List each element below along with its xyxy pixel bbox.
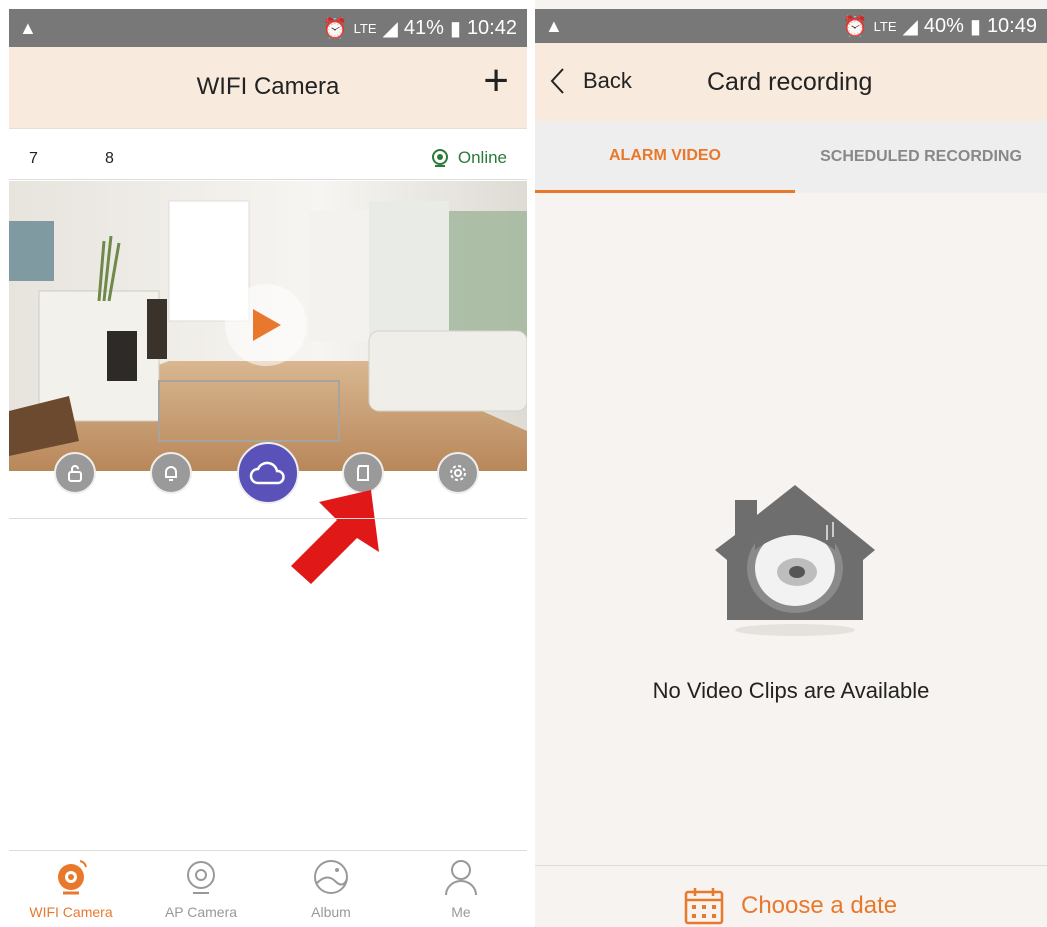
status-bar: ▲ ⏰ LTE ◢ 40% ▮ 10:49	[535, 9, 1047, 43]
alarm-icon: ⏰	[842, 15, 868, 38]
play-icon	[253, 309, 281, 341]
wifi-camera-icon	[58, 860, 87, 895]
choose-date-button[interactable]: Choose a date	[683, 886, 897, 926]
camera-preview[interactable]	[9, 181, 527, 471]
warning-icon: ▲	[545, 15, 563, 36]
calendar-icon	[684, 888, 724, 925]
clock: 10:49	[986, 14, 1037, 37]
signal-icon: ◢	[382, 17, 398, 40]
ap-camera-icon	[187, 861, 215, 894]
sd-card-button[interactable]	[342, 452, 384, 494]
settings-button[interactable]	[437, 452, 479, 494]
online-status: Online	[430, 148, 507, 168]
wifi-camera-screen: ▲ ⏰ LTE ◢ 41% ▮ 10:42 WIFI Camera + 7 8 …	[9, 0, 527, 927]
online-label: Online	[457, 148, 507, 167]
camera-controls	[9, 442, 527, 512]
page-title: Card recording	[707, 68, 873, 96]
page-title: WIFI Camera	[196, 73, 340, 100]
warning-icon: ▲	[19, 17, 37, 38]
clock: 10:42	[466, 16, 517, 39]
red-arrow-icon	[291, 490, 379, 584]
tab-album[interactable]: Album	[281, 857, 381, 920]
recording-tabs: ALARM VIDEO SCHEDULED RECORDING	[535, 121, 1047, 193]
tab-wifi-camera[interactable]: WIFI Camera	[21, 857, 121, 920]
empty-camera-house-icon	[715, 485, 875, 636]
choose-date-label: Choose a date	[741, 892, 898, 919]
divider	[9, 518, 527, 519]
sd-card-icon	[357, 465, 369, 481]
tab-label: Me	[451, 904, 471, 920]
tab-me[interactable]: Me	[411, 857, 511, 920]
bottom-bar: Choose a date	[535, 865, 1047, 927]
tab-label: AP Camera	[164, 904, 238, 920]
lte-label: LTE	[873, 18, 897, 34]
cloud-icon	[249, 461, 285, 485]
unlock-icon	[68, 465, 82, 482]
battery-icon: ▮	[449, 17, 461, 40]
back-label: Back	[583, 68, 632, 93]
camera-name-part: 7	[29, 150, 38, 167]
gear-icon	[450, 465, 466, 481]
unlock-button[interactable]	[54, 452, 96, 494]
tab-alarm-video[interactable]: ALARM VIDEO	[535, 121, 795, 193]
back-button[interactable]: Back	[549, 67, 632, 95]
battery-icon: ▮	[969, 15, 981, 38]
app-header: WIFI Camera +	[9, 47, 527, 129]
battery-percent: 41%	[403, 16, 444, 39]
person-icon	[445, 860, 477, 896]
status-bar: ▲ ⏰ LTE ◢ 41% ▮ 10:42	[9, 9, 527, 47]
tab-ap-camera[interactable]: AP Camera	[151, 857, 251, 920]
alarm-icon: ⏰	[322, 17, 348, 40]
bottom-tab-bar: WIFI Camera AP Camera Album Me	[9, 850, 527, 927]
add-camera-button[interactable]: +	[483, 59, 509, 103]
battery-percent: 40%	[923, 14, 964, 37]
app-header: Back Card recording	[535, 43, 1047, 121]
empty-state-message: No Video Clips are Available	[652, 678, 930, 703]
tab-label: Album	[311, 904, 351, 920]
alarm-button[interactable]	[150, 452, 192, 494]
bell-icon	[165, 466, 177, 481]
album-icon	[314, 860, 348, 894]
play-button[interactable]	[225, 284, 307, 366]
tab-scheduled-recording[interactable]: SCHEDULED RECORDING	[795, 121, 1047, 193]
camera-name-part: 8	[105, 150, 114, 167]
webcam-icon	[431, 149, 448, 167]
tab-label: WIFI Camera	[29, 904, 113, 920]
lte-label: LTE	[353, 20, 377, 36]
camera-info-row: 7 8 Online	[9, 140, 527, 180]
card-recording-screen: ▲ ⏰ LTE ◢ 40% ▮ 10:49 Back Card recordin…	[535, 0, 1047, 927]
chevron-left-icon	[550, 68, 564, 94]
signal-icon: ◢	[902, 15, 918, 38]
